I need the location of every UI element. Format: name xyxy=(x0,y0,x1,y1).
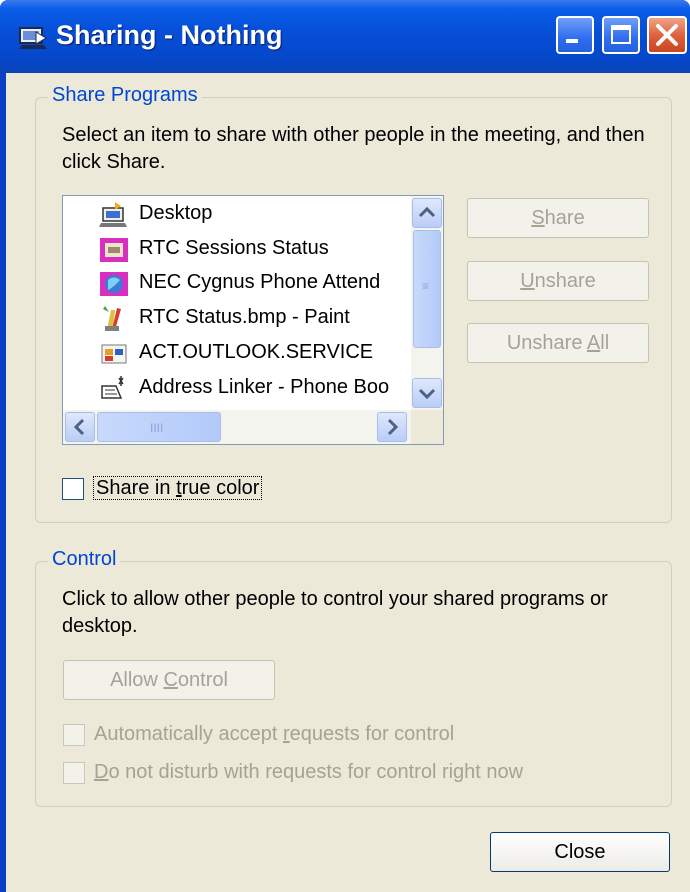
close-window-button[interactable] xyxy=(647,16,687,54)
control-legend: Control xyxy=(48,548,121,571)
scroll-grip-icon: ≡ xyxy=(422,279,430,293)
vertical-scroll-thumb[interactable]: ≡ xyxy=(413,230,441,348)
list-item-act-outlook[interactable]: ACT.OUTLOOK.SERVICE xyxy=(99,337,411,370)
hscroll-grip-icon: IIII xyxy=(150,421,164,435)
allow-control-post: ontrol xyxy=(177,669,228,691)
do-not-disturb-post: o not disturb with requests for control … xyxy=(108,761,524,783)
share-true-color-checkbox[interactable] xyxy=(62,478,84,500)
share-programs-instructions: Select an item to share with other peopl… xyxy=(62,124,645,173)
scroll-down-button[interactable] xyxy=(412,378,442,408)
item-label: Desktop xyxy=(139,202,213,224)
control-group: Control Click to allow other people to c… xyxy=(35,548,672,807)
share-button[interactable]: Share xyxy=(467,198,649,238)
chevron-left-icon xyxy=(73,418,85,436)
rtc-sessions-icon xyxy=(100,238,128,262)
sharing-app-icon xyxy=(19,27,47,49)
minimize-button[interactable] xyxy=(556,16,594,54)
true-color-post: rue color xyxy=(181,477,260,499)
item-label: RTC Status.bmp - Paint xyxy=(139,306,350,328)
scroll-right-button[interactable] xyxy=(377,412,407,442)
window-title: Sharing - Nothing xyxy=(56,20,283,50)
allow-control-key: C xyxy=(163,669,178,691)
allow-control-pre: Allow xyxy=(110,669,164,691)
list-item-address-linker[interactable]: Address Linker - Phone Boo xyxy=(99,372,411,405)
item-label: Address Linker - Phone Boo xyxy=(139,376,390,398)
auto-accept-label[interactable]: Automatically accept requests for contro… xyxy=(94,723,454,746)
auto-accept-post: equests for control xyxy=(289,723,455,745)
unshare-all-button-pre: Unshare xyxy=(506,332,587,354)
auto-accept-checkbox[interactable] xyxy=(63,724,85,746)
close-button[interactable]: Close xyxy=(490,832,670,872)
chevron-down-icon xyxy=(418,388,436,400)
paint-icon xyxy=(103,306,121,331)
do-not-disturb-key: D xyxy=(94,761,109,783)
true-color-pre: Share in xyxy=(96,477,177,499)
share-button-post: hare xyxy=(544,207,585,229)
unshare-all-button[interactable]: Unshare All xyxy=(467,323,649,363)
allow-control-button[interactable]: Allow Control xyxy=(63,660,275,700)
unshare-button[interactable]: Unshare xyxy=(467,261,649,301)
vertical-scrollbar[interactable]: ≡ xyxy=(411,196,443,410)
desktop-icon xyxy=(99,202,127,227)
scroll-up-button[interactable] xyxy=(412,198,442,228)
horizontal-scrollbar[interactable]: IIII xyxy=(63,410,411,444)
auto-accept-key: r xyxy=(282,723,290,745)
scroll-left-button[interactable] xyxy=(65,412,95,442)
auto-accept-pre: Automatically accept xyxy=(94,723,283,745)
share-programs-legend: Share Programs xyxy=(48,84,202,107)
item-label: RTC Sessions Status xyxy=(139,237,329,259)
act-outlook-icon xyxy=(101,344,127,364)
control-instructions: Click to allow other people to control y… xyxy=(62,588,608,637)
chevron-right-icon xyxy=(387,418,399,436)
unshare-all-button-post: ll xyxy=(600,332,610,354)
dialog-client-area: Share Programs Select an item to share w… xyxy=(6,73,690,892)
list-item-desktop[interactable]: Desktop xyxy=(99,198,411,231)
maximize-icon xyxy=(611,25,631,44)
share-true-color-label[interactable]: Share in true color xyxy=(93,476,263,500)
close-icon xyxy=(656,24,678,46)
unshare-button-key: U xyxy=(520,270,535,292)
nec-cygnus-icon xyxy=(100,272,128,296)
minimize-icon xyxy=(566,39,578,43)
horizontal-scroll-thumb[interactable]: IIII xyxy=(97,412,221,442)
chevron-up-icon xyxy=(418,206,436,218)
title-bar[interactable]: Sharing - Nothing xyxy=(0,0,690,73)
item-label: ACT.OUTLOOK.SERVICE xyxy=(139,341,374,363)
scrollbar-corner xyxy=(411,410,443,444)
focus-rectangle: Share in true color xyxy=(93,476,263,500)
maximize-button[interactable] xyxy=(602,16,640,54)
do-not-disturb-checkbox[interactable] xyxy=(63,762,85,784)
item-label: NEC Cygnus Phone Attend xyxy=(139,271,381,293)
sharing-window: Sharing - Nothing Share Programs Select … xyxy=(0,0,690,892)
unshare-all-button-key: A xyxy=(586,332,601,354)
share-programs-group: Share Programs Select an item to share w… xyxy=(35,84,672,523)
unshare-button-post: nshare xyxy=(534,270,596,292)
programs-list[interactable]: Desktop RTC Sessions Status NEC Cygnus P… xyxy=(62,195,444,445)
list-item-paint[interactable]: RTC Status.bmp - Paint xyxy=(99,302,411,335)
list-item-rtc-sessions[interactable]: RTC Sessions Status xyxy=(99,233,411,266)
address-linker-icon xyxy=(101,376,124,399)
list-item-nec-cygnus[interactable]: NEC Cygnus Phone Attend xyxy=(99,267,411,300)
share-button-key: S xyxy=(531,207,545,229)
do-not-disturb-label[interactable]: Do not disturb with requests for control… xyxy=(94,761,523,784)
